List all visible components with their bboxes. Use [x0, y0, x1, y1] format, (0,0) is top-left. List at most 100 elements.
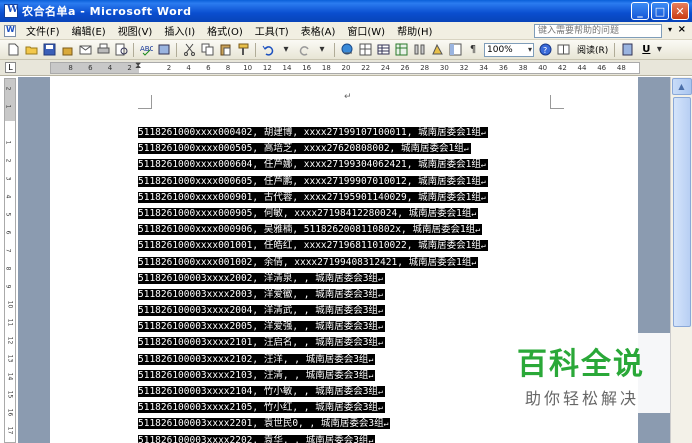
document-line[interactable]: 5118261000xxxx001001, 任皓红, xxxx271968110…	[138, 238, 488, 254]
document-line[interactable]: 5118261000xxxx000604, 任芦娜, xxxx271993040…	[138, 157, 488, 173]
help-icon[interactable]: ?	[538, 43, 552, 57]
email-icon[interactable]	[78, 43, 92, 57]
document-line[interactable]: 5118261000xxxx001002, 余倩, xxxx2719940831…	[138, 255, 488, 271]
document-line[interactable]: 511826100003xxxx2201, 袁世民0, , 城南居委会3组↵	[138, 416, 488, 432]
menu-view[interactable]: 视图(V)	[112, 23, 159, 38]
selected-text[interactable]: 5118261000xxxx000505, 高培芝, xxxx276208080…	[138, 143, 471, 155]
paragraph-mark: ↵	[475, 225, 480, 235]
format-painter-icon[interactable]	[236, 43, 250, 57]
document-line[interactable]: 511826100003xxxx2103, 汪清, , 城南居委会3组↵	[138, 368, 488, 384]
menu-table[interactable]: 表格(A)	[295, 23, 342, 38]
print-preview-icon[interactable]	[114, 43, 128, 57]
selected-text[interactable]: 511826100003xxxx2004, 洋清武, , 城南居委会3组↵	[138, 305, 385, 317]
selected-text[interactable]: 5118261000xxxx000906, 吴雅楠, 5118262008110…	[138, 224, 482, 236]
columns-icon[interactable]	[412, 43, 426, 57]
selected-text[interactable]: 511826100003xxxx2002, 洋清泉, , 城南居委会3组↵	[138, 272, 385, 284]
spelling-icon[interactable]: ABC	[139, 43, 153, 57]
selected-text[interactable]: 5118261000xxxx000402, 胡建博, xxxx271991071…	[138, 127, 488, 138]
selected-text[interactable]: 5118261000xxxx000605, 任芦鹏, xxxx271999070…	[138, 175, 488, 187]
document-line[interactable]: 5118261000xxxx000901, 古代蓉, xxxx271959011…	[138, 190, 488, 206]
underline-button[interactable]: U	[642, 44, 650, 55]
print-icon[interactable]	[96, 43, 110, 57]
document-map-icon[interactable]	[448, 43, 462, 57]
selected-text[interactable]: 511826100003xxxx2201, 袁世民0, , 城南居委会3组↵	[138, 418, 391, 430]
vertical-scrollbar[interactable]: ▲	[670, 77, 692, 443]
tables-borders-icon[interactable]	[358, 43, 372, 57]
word-app-icon[interactable]	[4, 4, 18, 18]
new-document-icon[interactable]	[6, 43, 20, 57]
copy-icon[interactable]	[200, 43, 214, 57]
document-close-button[interactable]: ×	[678, 24, 686, 35]
document-line[interactable]: 511826100003xxxx2005, 洋爱强, , 城南居委会3组↵	[138, 319, 488, 335]
document-icon[interactable]	[4, 24, 16, 37]
document-line[interactable]: 5118261000xxxx000402, 胡建博, xxxx271991071…	[138, 125, 488, 141]
underline-dropdown-icon[interactable]: ▾	[652, 43, 666, 57]
vertical-ruler[interactable]: 2 1 1 2 3 4 5 6 7 8 9 10 11 12 13 14 15 16 17	[4, 78, 16, 443]
document-line[interactable]: 5118261000xxxx000905, 何敏, xxxx2719841228…	[138, 206, 488, 222]
selected-text[interactable]: 511826100003xxxx2005, 洋爱强, , 城南居委会3组↵	[138, 321, 385, 333]
insert-table-icon[interactable]	[376, 43, 390, 57]
help-dropdown-icon[interactable]: ▾	[668, 25, 672, 34]
selected-text[interactable]: 5118261000xxxx001001, 任皓红, xxxx271968110…	[138, 240, 488, 252]
open-folder-icon[interactable]	[24, 43, 38, 57]
selected-text[interactable]: 5118261000xxxx001002, 余倩, xxxx2719940831…	[138, 256, 479, 268]
selected-text[interactable]: 511826100003xxxx2003, 洋爱徽, , 城南居委会3组↵	[138, 288, 385, 300]
menu-tools[interactable]: 工具(T)	[249, 23, 295, 38]
drawing-icon[interactable]	[430, 43, 444, 57]
redo-icon[interactable]	[297, 43, 311, 57]
styles-icon[interactable]	[620, 43, 634, 57]
document-line[interactable]: 511826100003xxxx2003, 洋爱徽, , 城南居委会3组↵	[138, 287, 488, 303]
indent-marker-icon[interactable]: ⧗	[135, 61, 141, 71]
menu-format[interactable]: 格式(O)	[201, 23, 249, 38]
document-text[interactable]: 5118261000xxxx000402, 胡建博, xxxx271991071…	[138, 125, 488, 443]
menu-window[interactable]: 窗口(W)	[341, 23, 391, 38]
close-button[interactable]: ✕	[671, 2, 689, 20]
undo-dropdown-icon[interactable]: ▾	[279, 43, 293, 57]
menu-edit[interactable]: 编辑(E)	[66, 23, 112, 38]
scroll-thumb[interactable]	[672, 97, 691, 327]
insert-excel-icon[interactable]	[394, 43, 408, 57]
selected-text[interactable]: 511826100003xxxx2101, 汪启名, , 城南居委会3组↵	[138, 337, 385, 349]
document-line[interactable]: 511826100003xxxx2102, 汪洋, , 城南居委会3组↵	[138, 352, 488, 368]
selected-text[interactable]: 511826100003xxxx2102, 汪洋, , 城南居委会3组↵	[138, 353, 376, 365]
menu-file[interactable]: 文件(F)	[20, 23, 66, 38]
document-line[interactable]: 511826100003xxxx2104, 竹小敏, , 城南居委会3组↵	[138, 384, 488, 400]
tab-selector-button[interactable]: L	[5, 62, 16, 73]
redo-dropdown-icon[interactable]: ▾	[315, 43, 329, 57]
selected-text[interactable]: 5118261000xxxx000901, 古代蓉, xxxx271959011…	[138, 191, 488, 203]
document-line[interactable]: 511826100003xxxx2004, 洋清武, , 城南居委会3组↵	[138, 303, 488, 319]
zoom-select[interactable]: 100%	[484, 42, 534, 57]
cut-icon[interactable]	[182, 43, 196, 57]
permission-icon[interactable]	[60, 43, 74, 57]
svg-text:ABC: ABC	[140, 45, 153, 53]
selected-text[interactable]: 511826100003xxxx2105, 竹小红, , 城南居委会3组↵	[138, 402, 385, 414]
document-line[interactable]: 511826100003xxxx2105, 竹小红, , 城南居委会3组↵	[138, 400, 488, 416]
undo-icon[interactable]	[261, 43, 275, 57]
vruler-tick-label: 10	[6, 300, 14, 309]
hyperlink-icon[interactable]	[340, 43, 354, 57]
selected-text[interactable]: 511826100003xxxx2104, 竹小敏, , 城南居委会3组↵	[138, 386, 385, 397]
document-line[interactable]: 511826100003xxxx2202, 袁华, , 城南居委会3组↵	[138, 433, 488, 443]
document-line[interactable]: 511826100003xxxx2002, 洋清泉, , 城南居委会3组↵	[138, 271, 488, 287]
horizontal-ruler[interactable]: ⧗ 8 6 4 2 2 4 6 8 10 12 14 16 18 20 22 24 26 28 30 32 34 36 38…	[50, 61, 640, 74]
menu-help[interactable]: 帮助(H)	[391, 23, 438, 38]
save-icon[interactable]	[42, 43, 56, 57]
minimize-button[interactable]: _	[631, 2, 649, 20]
maximize-button[interactable]: □	[651, 2, 669, 20]
paste-icon[interactable]	[218, 43, 232, 57]
research-icon[interactable]	[157, 43, 171, 57]
document-line[interactable]: 5118261000xxxx000505, 高培芝, xxxx276208080…	[138, 141, 488, 157]
selected-text[interactable]: 511826100003xxxx2202, 袁华, , 城南居委会3组↵	[138, 434, 376, 443]
read-icon[interactable]	[556, 43, 570, 57]
document-line[interactable]: 5118261000xxxx000906, 吴雅楠, 5118262008110…	[138, 222, 488, 238]
selected-text[interactable]: 5118261000xxxx000905, 何敏, xxxx2719841228…	[138, 207, 479, 219]
scroll-up-button[interactable]: ▲	[671, 78, 692, 95]
help-search-input[interactable]: 键入需要帮助的问题	[534, 24, 662, 38]
read-mode-button[interactable]: 阅读(R)	[574, 43, 611, 56]
menu-insert[interactable]: 插入(I)	[158, 23, 201, 38]
document-line[interactable]: 511826100003xxxx2101, 汪启名, , 城南居委会3组↵	[138, 335, 488, 351]
show-hide-icon[interactable]: ¶	[466, 43, 480, 57]
selected-text[interactable]: 5118261000xxxx000604, 任芦娜, xxxx271993040…	[138, 159, 488, 171]
document-line[interactable]: 5118261000xxxx000605, 任芦鹏, xxxx271999070…	[138, 174, 488, 190]
selected-text[interactable]: 511826100003xxxx2103, 汪清, , 城南居委会3组↵	[138, 369, 376, 381]
